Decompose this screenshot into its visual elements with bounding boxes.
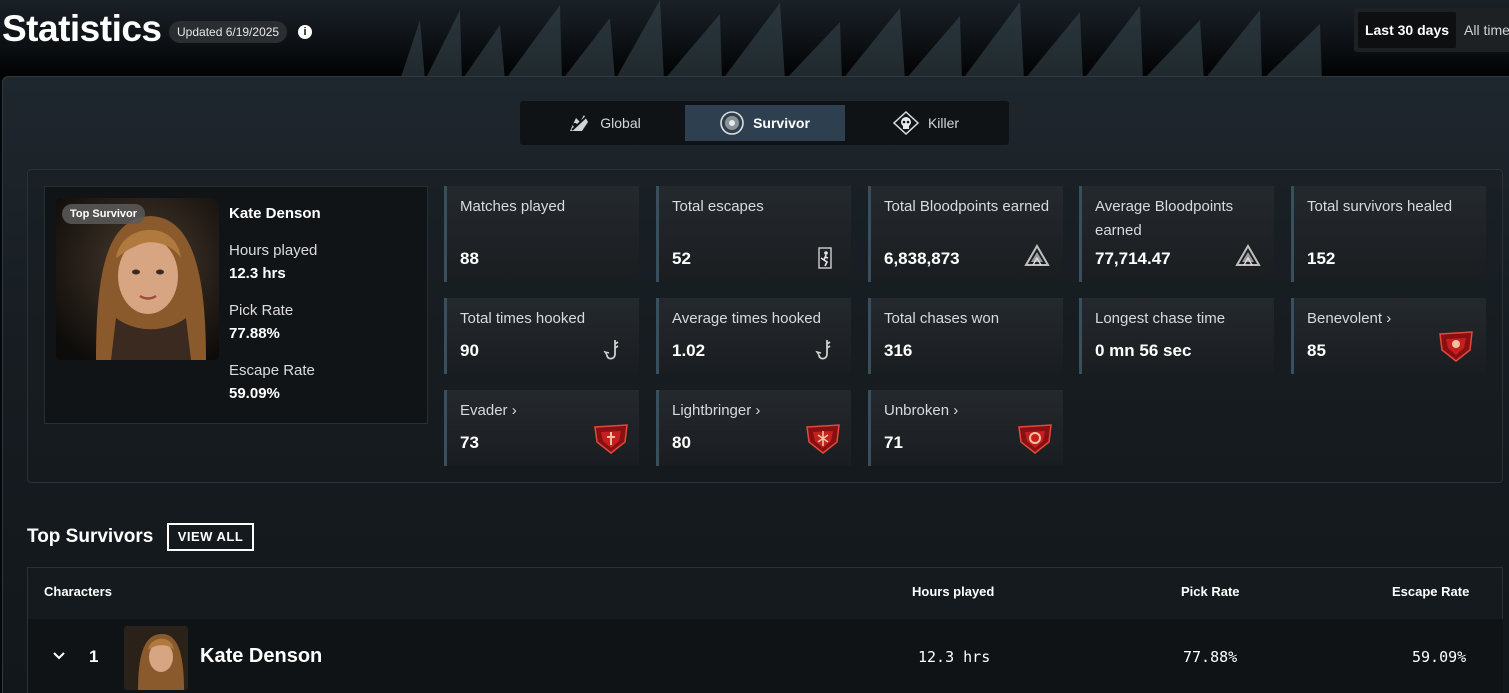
view-all-button[interactable]: VIEW ALL <box>167 523 254 551</box>
chevron-down-icon[interactable] <box>52 648 66 664</box>
updated-badge: Updated 6/19/2025 <box>169 21 288 43</box>
row-pick-rate: 77.88% <box>1183 648 1238 666</box>
hours-played-value: 12.3 hrs <box>229 265 286 282</box>
stat-value: 6,838,873 <box>884 249 960 268</box>
hook-icon <box>815 340 831 360</box>
pick-rate-value: 77.88% <box>229 325 280 342</box>
stat-card-evader[interactable]: Evader › 73 <box>444 390 639 466</box>
stat-value: 1.02 <box>672 341 706 360</box>
column-header-pick-rate[interactable]: Pick Rate <box>1181 584 1240 599</box>
top-survivor-badge: Top Survivor <box>62 204 146 224</box>
unbroken-label: Unbroken <box>884 402 950 419</box>
stat-label: Total Bloodpoints earned <box>884 198 1050 215</box>
killer-skull-icon <box>892 111 919 135</box>
stat-card-benevolent[interactable]: Benevolent › 85 <box>1291 298 1486 374</box>
row-hours-played: 12.3 hrs <box>918 648 991 666</box>
escape-rate-value: 59.09% <box>229 385 280 402</box>
emblem-icon <box>1439 331 1473 362</box>
time-range-toggle: Last 30 days All time <box>1354 8 1509 52</box>
column-header-characters: Characters <box>44 584 112 599</box>
tab-global[interactable]: Global <box>524 105 684 141</box>
benevolent-label: Benevolent <box>1307 310 1383 327</box>
row-rank: 1 <box>89 647 99 666</box>
stat-value: 77,714.47 <box>1095 249 1171 268</box>
survivor-icon <box>720 111 744 135</box>
pick-rate-label: Pick Rate <box>229 302 294 319</box>
tab-global-label: Global <box>600 115 641 131</box>
stat-value: 88 <box>460 249 479 268</box>
top-survivor-name: Kate Denson <box>229 205 321 222</box>
stat-card-chases-won: Total chases won 316 <box>868 298 1063 374</box>
stat-value: 152 <box>1307 249 1336 268</box>
stat-value: 0 mn 56 sec <box>1095 341 1192 360</box>
evader-label: Evader <box>460 402 508 419</box>
stat-label: Total times hooked <box>460 310 586 327</box>
emblem-icon <box>594 424 628 454</box>
stat-card-average-times-hooked: Average times hooked 1.02 <box>656 298 851 374</box>
tab-killer-label: Killer <box>927 115 960 131</box>
emblem-icon <box>1018 424 1052 454</box>
stat-card-total-escapes: Total escapes 52 <box>656 186 851 282</box>
lightbringer-label: Lightbringer <box>672 402 752 419</box>
stat-label: Matches played <box>460 198 566 215</box>
hours-played-label: Hours played <box>229 242 318 259</box>
bloodpoints-icon <box>1024 244 1050 266</box>
stat-card-total-bloodpoints: Total Bloodpoints earned 6,838,873 <box>868 186 1063 282</box>
stat-card-unbroken[interactable]: Unbroken › 71 <box>868 390 1063 466</box>
range-last-30-days[interactable]: Last 30 days <box>1358 12 1456 48</box>
tab-survivor-label: Survivor <box>753 115 810 131</box>
stat-label: Total chases won <box>884 310 1000 327</box>
column-header-escape-rate[interactable]: Escape Rate <box>1392 584 1469 599</box>
stat-label: Total escapes <box>672 198 764 215</box>
global-icon <box>570 115 589 131</box>
stat-value: 90 <box>460 341 479 360</box>
info-icon[interactable]: i <box>298 25 312 39</box>
role-tabs: Global Survivor Killer <box>520 101 1009 145</box>
stat-card-total-times-hooked: Total times hooked 90 <box>444 298 639 374</box>
hook-icon <box>603 340 619 360</box>
tab-survivor[interactable]: Survivor <box>685 105 845 141</box>
tab-killer[interactable]: Killer <box>846 105 1006 141</box>
row-escape-rate: 59.09% <box>1412 648 1467 666</box>
bloodpoints-icon <box>1235 244 1261 266</box>
top-survivors-title: Top Survivors <box>27 526 154 547</box>
stat-card-lightbringer[interactable]: Lightbringer › 80 <box>656 390 851 466</box>
stat-label: Average Bloodpoints earned <box>1095 198 1234 239</box>
stat-card-longest-chase: Longest chase time 0 mn 56 sec <box>1079 298 1274 374</box>
column-header-hours-played[interactable]: Hours played <box>912 584 994 599</box>
stat-label: Total survivors healed <box>1307 198 1453 215</box>
stat-value: 73 <box>460 433 479 452</box>
stat-card-average-bloodpoints: Average Bloodpoints earned 77,714.47 <box>1079 186 1274 282</box>
stat-value: 80 <box>672 433 691 452</box>
stat-value: 85 <box>1307 341 1326 360</box>
stat-card-survivors-healed: Total survivors healed 152 <box>1291 186 1486 282</box>
stat-card-matches-played: Matches played 88 <box>444 186 639 282</box>
stat-value: 316 <box>884 341 913 360</box>
stat-label: Average times hooked <box>672 310 821 327</box>
kate-denson-avatar <box>124 626 188 690</box>
range-all-time[interactable]: All time <box>1464 12 1509 48</box>
escape-rate-label: Escape Rate <box>229 362 315 379</box>
emblem-icon <box>806 424 840 454</box>
stat-value: 52 <box>672 249 691 268</box>
stat-value: 71 <box>884 433 903 452</box>
row-character-name[interactable]: Kate Denson <box>200 645 322 668</box>
stat-label: Longest chase time <box>1095 310 1226 327</box>
escape-icon <box>818 247 832 269</box>
page-title: Statistics <box>2 8 162 49</box>
